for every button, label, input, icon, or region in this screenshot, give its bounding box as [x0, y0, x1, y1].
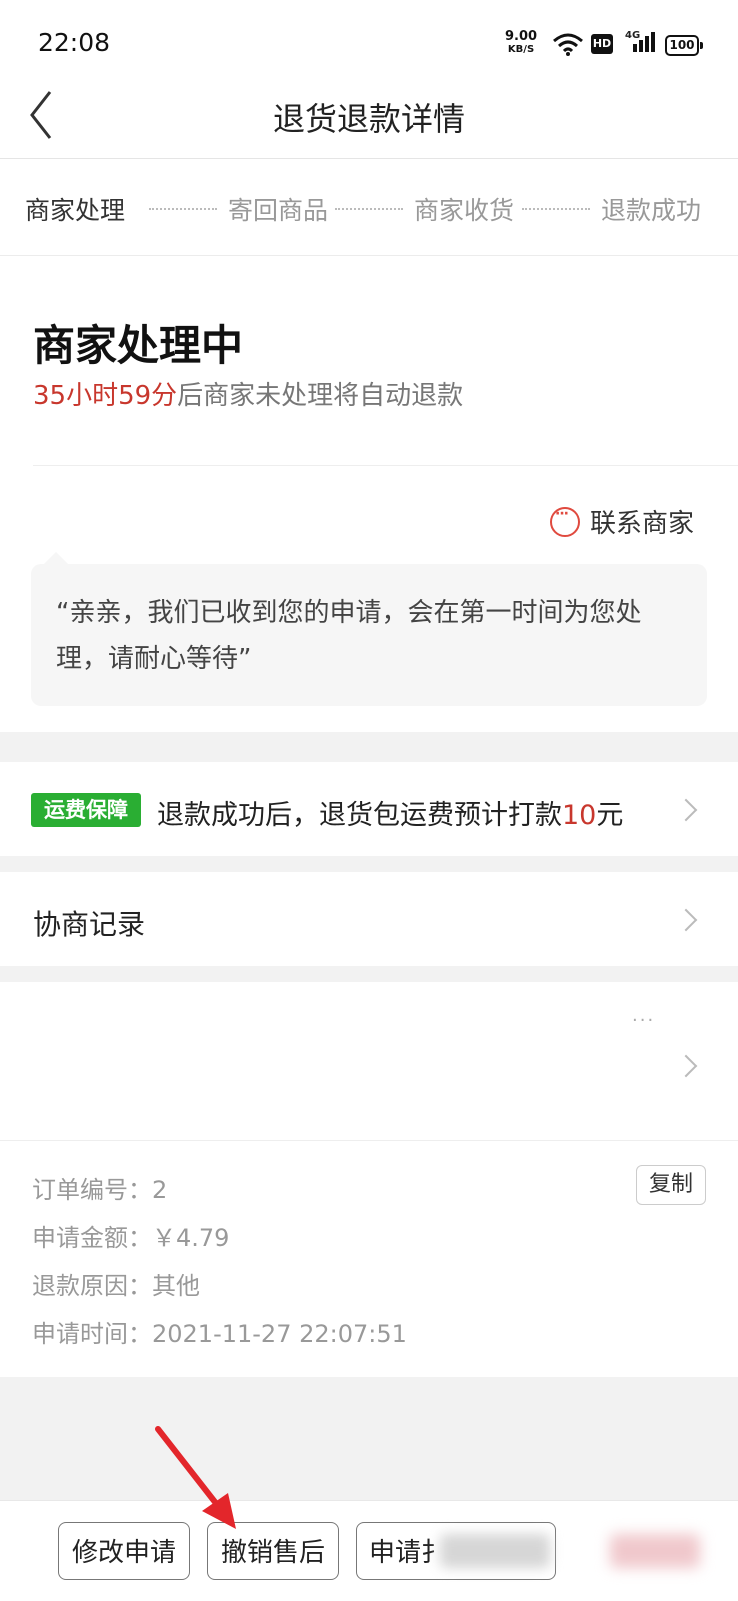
red-arrow-annotation [155, 1426, 236, 1529]
shipping-guarantee-text: 退款成功后，退货包运费预计打款10元 [157, 793, 623, 832]
shipping-guarantee-badge: 运费保障 [31, 793, 141, 827]
product-row[interactable] [0, 982, 738, 1140]
signal-label: 4G [625, 30, 641, 41]
step-merchant-received: 商家收货 [414, 196, 515, 225]
shipping-unit: 元 [596, 800, 624, 831]
blurred-region [440, 1534, 550, 1568]
chat-icon [550, 506, 580, 537]
more-icon: ··· [632, 1010, 656, 1031]
contact-merchant-label: 联系商家 [590, 509, 695, 539]
battery-icon: 100 [665, 35, 703, 56]
page-title: 退货退款详情 [272, 100, 465, 138]
order-number: 订单编号：2 [32, 1176, 168, 1204]
refund-amount: 申请金额：￥4.79 [32, 1224, 230, 1252]
merchant-message: “亲亲，我们已收到您的申请，会在第一时间为您处理，请耐心等待” [56, 598, 642, 674]
step-connector [522, 208, 590, 210]
countdown-time: 35小时59分 [33, 381, 178, 411]
wifi-icon [553, 33, 583, 56]
status-countdown: 35小时59分后商家未处理将自动退款 [33, 375, 463, 412]
network-speed-value: 9.00 [505, 29, 538, 44]
copy-button[interactable]: 复制 [636, 1165, 706, 1205]
status-title: 商家处理中 [33, 321, 244, 370]
negotiation-record-label: 协商记录 [33, 908, 146, 941]
step-connector [149, 208, 217, 210]
network-speed-unit: KB/S [507, 44, 535, 55]
apply-time: 申请时间：2021-11-27 22:07:51 [32, 1320, 407, 1348]
countdown-suffix: 后商家未处理将自动退款 [177, 381, 464, 411]
refund-reason: 退款原因：其他 [32, 1272, 200, 1300]
step-refund-success: 退款成功 [601, 196, 702, 225]
bubble-tail [44, 552, 68, 564]
shipping-text: 退款成功后，退货包运费预计打款 [157, 800, 562, 831]
step-connector [335, 208, 403, 210]
network-speed: 9.00 KB/S [505, 30, 537, 56]
contact-merchant-button[interactable]: 联系商家 [550, 503, 694, 540]
divider [33, 465, 738, 466]
step-return-goods: 寄回商品 [228, 196, 329, 225]
shipping-amount: 10 [562, 800, 597, 831]
step-merchant-processing: 商家处理 [25, 196, 126, 225]
status-time: 22:08 [38, 28, 111, 57]
blurred-region [610, 1534, 700, 1568]
hd-icon: HD [591, 34, 613, 54]
